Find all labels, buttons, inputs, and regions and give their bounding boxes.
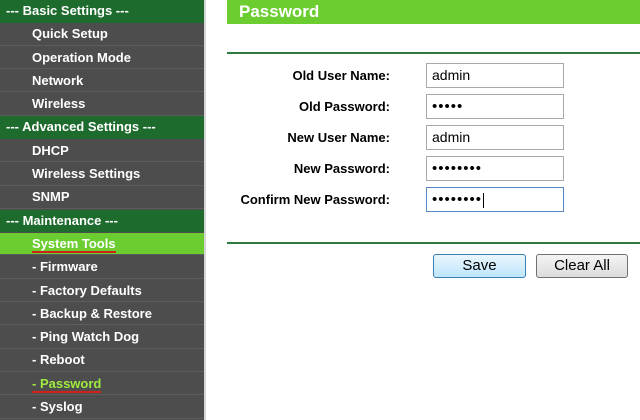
confirm-new-password-label: Confirm New Password: — [240, 192, 390, 207]
new-user-name-field[interactable]: admin — [426, 125, 564, 150]
sidebar-section-advanced-settings: --- Advanced Settings --- — [0, 116, 204, 139]
save-button[interactable]: Save — [433, 254, 526, 278]
sidebar-item-label: Operation Mode — [32, 49, 131, 65]
sidebar-item-label: - Ping Watch Dog — [32, 329, 140, 345]
sidebar-item-password[interactable]: - Password — [0, 372, 204, 396]
sidebar-item-wireless-settings[interactable]: Wireless Settings — [0, 163, 204, 186]
sidebar-item-label: Wireless — [32, 96, 86, 112]
main-content: Password Old User Name: admin Old Passwo… — [227, 0, 640, 420]
old-password-label: Old Password: — [298, 99, 390, 114]
sidebar-item-label: SNMP — [32, 189, 70, 205]
sidebar-item-label: - Backup & Restore — [32, 305, 152, 321]
sidebar-item-network[interactable]: Network — [0, 69, 204, 93]
sidebar-item-operation-mode[interactable]: Operation Mode — [0, 46, 204, 70]
new-user-name-row: New User Name: admin — [227, 125, 640, 150]
divider-top — [227, 52, 640, 54]
sidebar-item-label: - Firmware — [32, 259, 98, 275]
sidebar-item-label: System Tools — [32, 235, 116, 253]
page-title: Password — [227, 0, 640, 24]
sidebar-item-reboot[interactable]: - Reboot — [0, 349, 204, 372]
sidebar-item-label: - Reboot — [32, 352, 85, 368]
sidebar-item-syslog[interactable]: - Syslog — [0, 396, 204, 419]
sidebar-section-label: --- Basic Settings --- — [6, 3, 129, 18]
clear-all-button[interactable]: Clear All — [536, 254, 628, 278]
new-password-row: New Password: •••••••• — [227, 156, 640, 181]
sidebar-item-ping-watch-dog[interactable]: - Ping Watch Dog — [0, 326, 204, 349]
sidebar-section-label: --- Maintenance --- — [6, 212, 118, 228]
sidebar-item-quick-setup[interactable]: Quick Setup — [0, 23, 204, 46]
sidebar-item-wireless[interactable]: Wireless — [0, 93, 204, 116]
sidebar-item-dhcp[interactable]: DHCP — [0, 139, 204, 163]
old-password-field[interactable]: ••••• — [426, 94, 564, 119]
divider-bottom — [227, 242, 640, 244]
sidebar-item-label: Wireless Settings — [32, 166, 141, 182]
sidebar-item-label: - Factory Defaults — [32, 282, 142, 298]
sidebar-item-backup-restore[interactable]: - Backup & Restore — [0, 302, 204, 326]
confirm-new-password-value: •••••••• — [432, 191, 483, 208]
confirm-new-password-field[interactable]: •••••••• — [426, 187, 564, 212]
old-user-name-row: Old User Name: admin — [227, 63, 640, 88]
sidebar-item-firmware[interactable]: - Firmware — [0, 256, 204, 279]
new-password-label: New Password: — [293, 161, 390, 176]
old-user-name-label: Old User Name: — [292, 68, 390, 83]
old-user-name-field[interactable]: admin — [426, 63, 564, 88]
new-user-name-label: New User Name: — [287, 130, 390, 145]
text-caret — [483, 192, 485, 208]
sidebar-item-system-tools[interactable]: System Tools — [0, 232, 204, 256]
sidebar-item-label: DHCP — [32, 142, 69, 158]
sidebar-section-basic-settings: --- Basic Settings --- — [0, 0, 204, 23]
sidebar-section-label: --- Advanced Settings --- — [6, 119, 156, 135]
confirm-new-password-row: Confirm New Password: •••••••• — [227, 187, 640, 212]
sidebar-item-snmp[interactable]: SNMP — [0, 186, 204, 209]
sidebar-menu: --- Basic Settings --- Quick Setup Opera… — [0, 0, 206, 420]
sidebar-item-label: Quick Setup — [32, 26, 108, 42]
new-password-field[interactable]: •••••••• — [426, 156, 564, 181]
old-password-row: Old Password: ••••• — [227, 94, 640, 119]
sidebar-item-label: - Password — [32, 375, 102, 393]
sidebar-item-label: - Syslog — [32, 399, 83, 415]
sidebar-item-label: Network — [32, 72, 84, 88]
sidebar-item-factory-defaults[interactable]: - Factory Defaults — [0, 279, 204, 303]
sidebar-section-maintenance: --- Maintenance --- — [0, 209, 204, 233]
